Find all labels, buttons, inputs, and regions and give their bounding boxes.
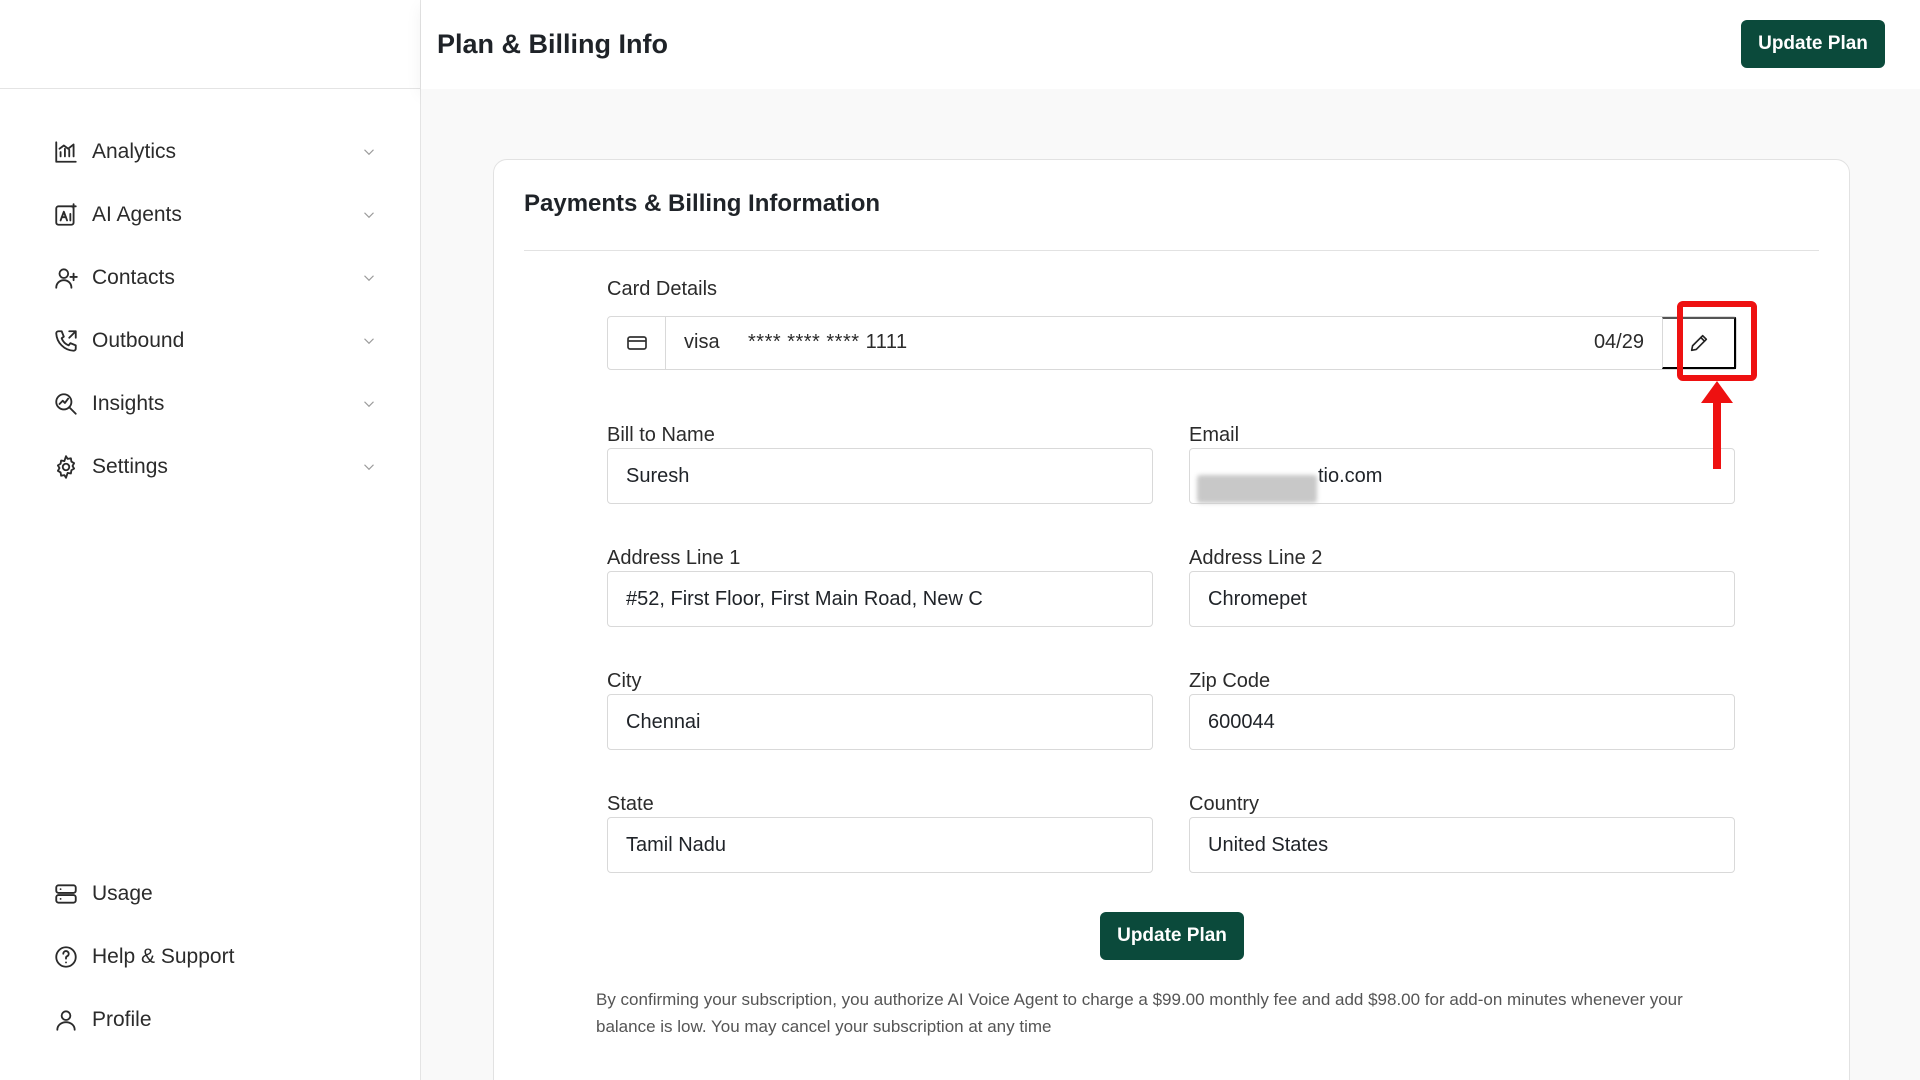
sidebar: Analytics AI Agents Contacts Outbound In…	[0, 0, 421, 1080]
sidebar-bottom-nav: Usage Help & Support Profile	[0, 862, 420, 1051]
phone-outgoing-icon	[52, 327, 80, 355]
card-expiry: 04/29	[1593, 331, 1644, 353]
sidebar-item-label: Insights	[92, 391, 165, 415]
email-label: Email	[1189, 424, 1240, 446]
country-input[interactable]	[1189, 817, 1735, 873]
chevron-down-icon[interactable]	[360, 458, 378, 476]
bill-to-name-label: Bill to Name	[607, 424, 715, 446]
card-brand: visa	[684, 331, 720, 353]
zip-code-label: Zip Code	[1189, 670, 1271, 692]
billing-card: Payments & Billing Information Card Deta…	[493, 159, 1850, 1080]
sidebar-item-settings[interactable]: Settings	[0, 435, 420, 498]
address-line-2-input[interactable]	[1189, 571, 1735, 627]
sidebar-brand-area	[0, 0, 420, 89]
sidebar-item-label: Contacts	[92, 265, 175, 289]
address-line-1-label: Address Line 1	[607, 547, 741, 569]
main-content: Payments & Billing Information Card Deta…	[421, 89, 1920, 1080]
sidebar-item-label: Profile	[92, 1007, 152, 1031]
section-title: Payments & Billing Information	[524, 190, 881, 217]
sidebar-item-ai-agents[interactable]: AI Agents	[0, 183, 420, 246]
address-line-1-input[interactable]	[607, 571, 1153, 627]
gear-icon	[52, 453, 80, 481]
annotation-highlight-box	[1677, 301, 1757, 381]
zip-code-input[interactable]	[1189, 694, 1735, 750]
chevron-down-icon[interactable]	[360, 395, 378, 413]
subscription-disclaimer: By confirming your subscription, you aut…	[596, 990, 1683, 1036]
card-details-row: visa **** **** **** 1111 04/29	[607, 316, 1737, 370]
sidebar-item-outbound[interactable]: Outbound	[0, 309, 420, 372]
database-icon	[52, 880, 80, 908]
chart-icon	[52, 138, 80, 166]
user-plus-icon	[52, 264, 80, 292]
address-line-2-label: Address Line 2	[1189, 547, 1323, 569]
bill-to-name-input[interactable]	[607, 448, 1153, 504]
sidebar-item-insights[interactable]: Insights	[0, 372, 420, 435]
state-label: State	[607, 793, 654, 815]
credit-card-icon	[608, 317, 666, 369]
top-header: Plan & Billing Info Update Plan	[421, 0, 1920, 89]
card-details-label: Card Details	[607, 278, 718, 300]
section-divider	[524, 250, 1819, 251]
user-icon	[52, 1006, 80, 1034]
insights-icon	[52, 390, 80, 418]
sidebar-item-label: Help & Support	[92, 944, 235, 968]
header-update-plan-button[interactable]: Update Plan	[1741, 20, 1885, 68]
sidebar-item-label: Analytics	[92, 139, 177, 163]
sidebar-item-label: AI Agents	[92, 202, 182, 226]
city-input[interactable]	[607, 694, 1153, 750]
chevron-down-icon[interactable]	[360, 143, 378, 161]
sidebar-item-label: Settings	[92, 454, 168, 478]
sidebar-item-profile[interactable]: Profile	[0, 988, 420, 1051]
sidebar-item-contacts[interactable]: Contacts	[0, 246, 420, 309]
sidebar-nav: Analytics AI Agents Contacts Outbound In…	[0, 120, 420, 498]
sidebar-item-analytics[interactable]: Analytics	[0, 120, 420, 183]
annotation-arrow-icon	[1701, 381, 1733, 469]
card-number: **** **** **** 1111	[748, 331, 908, 353]
sidebar-item-label: Usage	[92, 881, 153, 905]
help-icon	[52, 943, 80, 971]
sidebar-item-help-support[interactable]: Help & Support	[0, 925, 420, 988]
city-label: City	[607, 670, 642, 692]
ai-icon	[52, 201, 80, 229]
chevron-down-icon[interactable]	[360, 332, 378, 350]
state-input[interactable]	[607, 817, 1153, 873]
chevron-down-icon[interactable]	[360, 269, 378, 287]
redacted-email-blur	[1197, 475, 1317, 503]
sidebar-item-usage[interactable]: Usage	[0, 862, 420, 925]
page-title: Plan & Billing Info	[437, 29, 668, 59]
chevron-down-icon[interactable]	[360, 206, 378, 224]
country-label: Country	[1189, 793, 1260, 815]
update-plan-button[interactable]: Update Plan	[1100, 912, 1244, 960]
sidebar-item-label: Outbound	[92, 328, 185, 352]
